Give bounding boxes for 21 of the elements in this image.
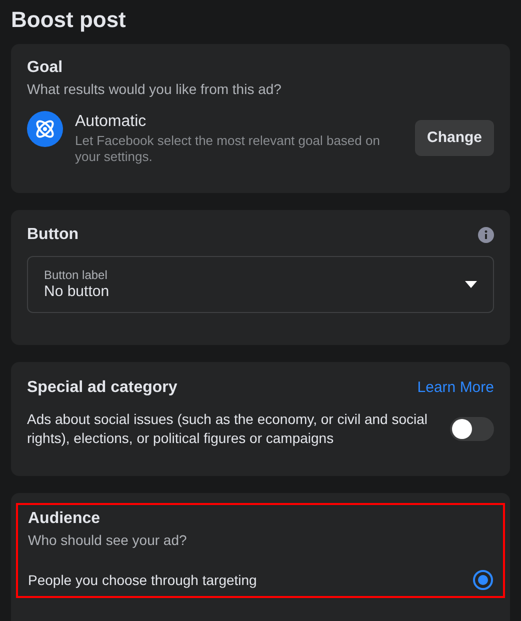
section-heading: Goal	[27, 58, 64, 78]
learn-more-link[interactable]: Learn More	[417, 376, 494, 400]
category-description: Ads about social issues (such as the economy, or civil and social rights), elections, or political figures or campaigns	[27, 410, 428, 448]
caret-icon	[465, 280, 477, 288]
option-title: Automatic	[75, 112, 148, 132]
option-description: Let Facebook select the most relevant goal based on your settings.	[75, 133, 381, 165]
change-button[interactable]: Change	[414, 120, 494, 156]
field-value: No button	[44, 282, 110, 302]
section-heading: Special ad category	[27, 378, 178, 398]
option-label: People you choose through targeting	[28, 570, 257, 590]
section-subtitle: Who should see your ad?	[28, 531, 188, 550]
dropdown-field[interactable]: Button label No button	[27, 256, 494, 313]
section-heading: Audience	[28, 509, 102, 529]
toggle-switch[interactable]	[450, 417, 494, 441]
info-icon[interactable]	[478, 227, 494, 243]
atom-icon	[27, 111, 63, 147]
field-label: Button label	[44, 268, 108, 282]
page-title: Boost post	[11, 6, 127, 34]
section-heading: Button	[27, 225, 79, 245]
radio-button[interactable]	[473, 570, 493, 590]
section-subtitle: What results would you like from this ad?	[27, 80, 282, 99]
